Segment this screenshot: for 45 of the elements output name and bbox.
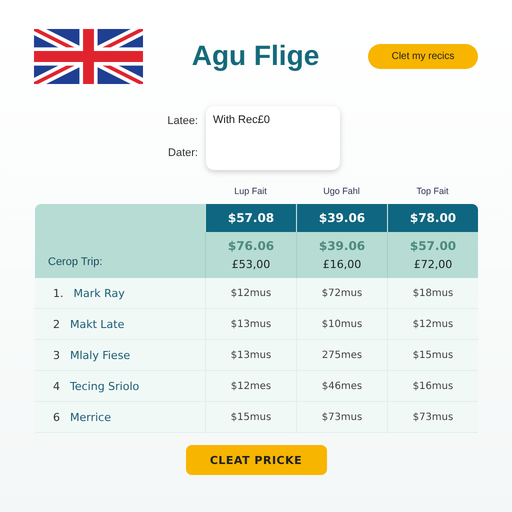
row-name: Tecing Sriolo [70,380,140,392]
row-name: Mlaly Fiese [70,348,130,362]
input-field[interactable]: With Rec£0 [206,106,340,170]
faded-price: $39.06 [318,239,366,253]
table-cell: $18mus [387,278,478,309]
header-button[interactable]: Clet my recics [368,44,478,68]
table-cell: $73mus [387,402,478,433]
row-name: Makt Late [70,318,124,330]
table-cell: $13mus [205,340,296,371]
row-number: 1. [53,286,64,300]
table-cell: 275mes [296,340,387,371]
table-cell: $13mus [205,309,296,340]
page-title: Agu Flige [190,40,320,72]
union-jack-flag-icon [34,28,143,84]
row-name: Merrice [70,410,111,424]
field-label: Dater: [168,147,198,159]
summary-value: £53,00 [232,258,270,271]
table-cell: $10mus [296,309,387,340]
price-cell: $57.08 [205,204,296,232]
column-header: Ugo Fahl [322,186,361,198]
table-cell: $15mus [387,340,478,371]
price-cell: $78.00 [387,204,478,232]
table-cell: $12mus [387,309,478,340]
row-number: 3 [53,348,60,362]
table-cell: $73mus [296,402,387,433]
price-button[interactable]: CLEAT PRICKE [186,445,326,475]
table-cell: $16mus [387,371,478,402]
table-cell: $46mes [296,371,387,402]
table-cell: $12mus [205,278,296,309]
price-cell: $39.06 [296,204,387,232]
row-name: Mark Ray [74,286,125,300]
row-number: 4 [53,380,60,392]
table-cell: $15mus [205,402,296,433]
column-header: Lup Fait [233,186,268,198]
table-cell: $72mus [296,278,387,309]
row-number: 2 [53,318,60,330]
summary-value: £72,00 [414,258,452,271]
faded-price: $57.00 [410,239,456,253]
summary-label: Cerop Trip: [48,256,102,268]
field-label: Latee: [167,115,198,127]
column-header: Top Fait [415,186,450,198]
row-number: 6 [53,410,60,424]
table-cell: $12mes [205,371,296,402]
faded-price: $76.06 [228,239,274,253]
summary-value: £16,00 [322,258,362,271]
